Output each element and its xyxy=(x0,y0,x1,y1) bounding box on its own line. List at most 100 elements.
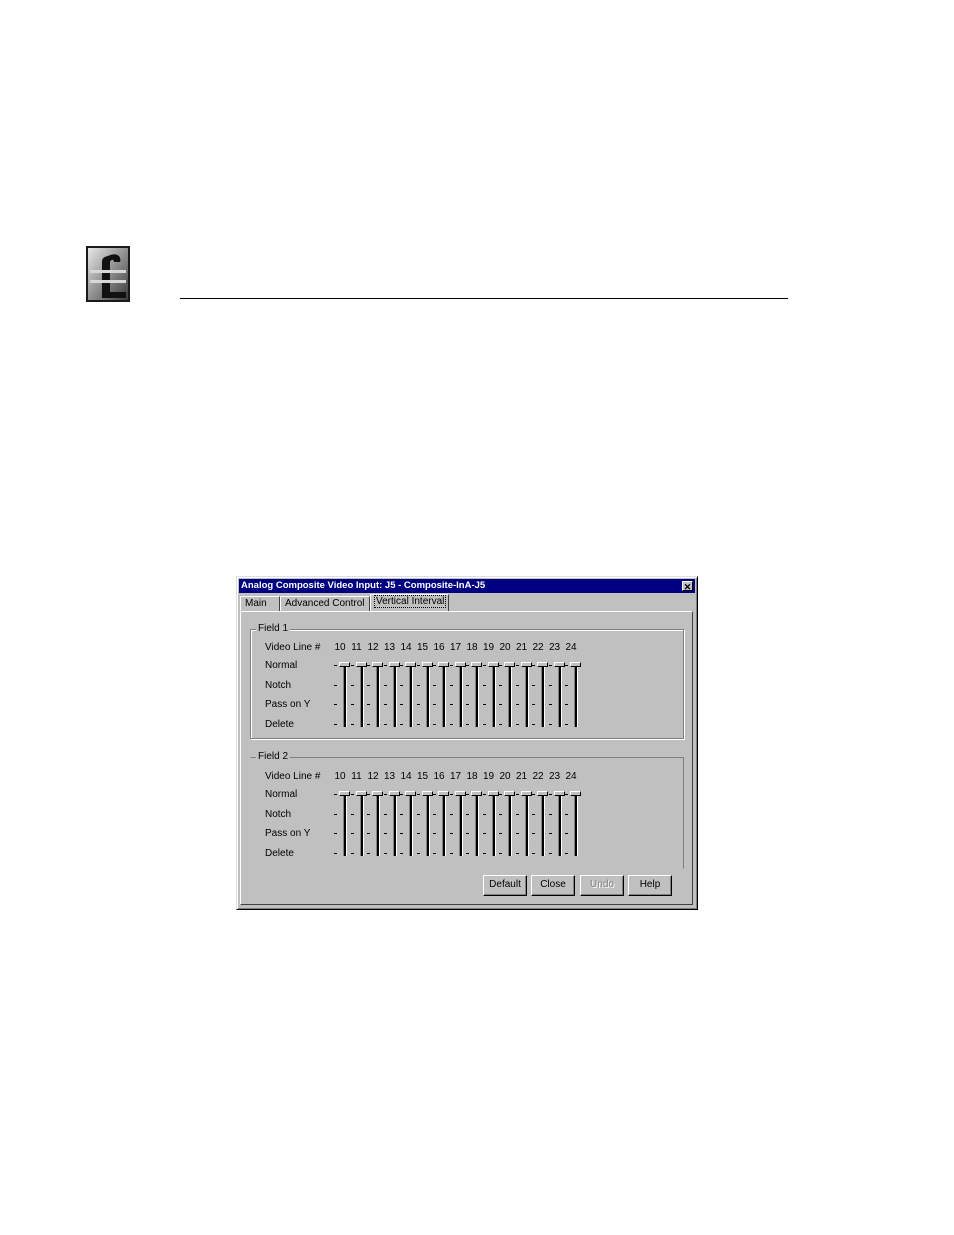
slider-tick xyxy=(466,684,469,686)
field1-line-16-slider[interactable] xyxy=(432,662,449,730)
default-button[interactable]: Default xyxy=(483,875,527,896)
close-button[interactable]: Close xyxy=(531,875,575,896)
field1-line-number: 22 xyxy=(532,642,544,653)
close-icon[interactable]: ✕ xyxy=(682,581,693,592)
slider-track xyxy=(524,794,529,856)
slider-tick xyxy=(499,704,502,705)
slider-thumb[interactable] xyxy=(339,791,350,796)
slider-thumb[interactable] xyxy=(421,662,433,667)
slider-thumb[interactable] xyxy=(388,791,400,796)
field1-line-12-slider[interactable] xyxy=(366,662,383,730)
slider-thumb[interactable] xyxy=(405,662,416,667)
field2-line-17-slider[interactable] xyxy=(449,791,466,859)
field2-line-10-slider[interactable] xyxy=(333,791,350,859)
field2-line-13-slider[interactable] xyxy=(383,791,400,859)
slider-tick xyxy=(515,723,519,725)
slider-thumb[interactable] xyxy=(339,662,350,667)
slider-thumb[interactable] xyxy=(487,662,499,667)
field1-line-10-slider[interactable] xyxy=(333,662,350,730)
slider-tick xyxy=(565,813,568,815)
slider-tick xyxy=(466,665,469,666)
slider-thumb[interactable] xyxy=(487,791,499,796)
slider-thumb[interactable] xyxy=(520,662,532,667)
slider-thumb[interactable] xyxy=(537,791,548,796)
tab-advanced-control[interactable]: Advanced Control xyxy=(280,596,370,611)
slider-thumb[interactable] xyxy=(504,662,515,667)
slider-tick xyxy=(449,852,453,854)
field1-line-number: 16 xyxy=(433,642,445,653)
slider-thumb[interactable] xyxy=(388,662,400,667)
slider-thumb[interactable] xyxy=(471,662,482,667)
slider-thumb[interactable] xyxy=(421,791,433,796)
field1-row-label: Pass on Y xyxy=(265,699,311,710)
field2-line-22-slider[interactable] xyxy=(531,791,548,859)
slider-tick xyxy=(416,794,420,795)
field2-line-11-slider[interactable] xyxy=(350,791,367,859)
slider-thumb[interactable] xyxy=(570,662,581,667)
slider-thumb[interactable] xyxy=(372,662,383,667)
tab-vertical-interval[interactable]: Vertical Interval xyxy=(370,594,449,611)
field2-line-20-slider[interactable] xyxy=(498,791,515,859)
slider-thumb[interactable] xyxy=(504,791,515,796)
field2-row-label: Delete xyxy=(265,847,294,859)
slider-thumb[interactable] xyxy=(520,791,532,796)
slider-track xyxy=(409,665,413,727)
slider-tick xyxy=(416,813,420,815)
slider-track xyxy=(343,665,347,727)
slider-thumb[interactable] xyxy=(438,791,449,796)
field1-line-23-slider[interactable] xyxy=(548,662,565,730)
slider-thumb[interactable] xyxy=(471,791,482,796)
tab-main[interactable]: Main xyxy=(240,596,280,611)
field2-line-12-slider[interactable] xyxy=(366,791,383,859)
slider-tick xyxy=(334,852,337,854)
slider-thumb[interactable] xyxy=(553,791,565,796)
slider-thumb[interactable] xyxy=(454,791,466,796)
field2-line-14-slider[interactable] xyxy=(399,791,416,859)
slider-thumb[interactable] xyxy=(438,662,449,667)
slider-tick xyxy=(400,665,403,666)
field2-line-21-slider[interactable] xyxy=(515,791,532,859)
slider-track xyxy=(557,665,562,727)
slider-tick xyxy=(433,813,436,815)
slider-thumb[interactable] xyxy=(553,662,565,667)
slider-thumb[interactable] xyxy=(537,662,548,667)
field1-line-number: 11 xyxy=(351,642,362,653)
slider-tick xyxy=(383,794,387,795)
field2-line-24-slider[interactable] xyxy=(564,791,581,859)
slider-tick xyxy=(383,813,387,815)
field2-line-16-slider[interactable] xyxy=(432,791,449,859)
field1-line-24-slider[interactable] xyxy=(564,662,581,730)
field1-line-19-slider[interactable] xyxy=(482,662,499,730)
field1-line-number: 17 xyxy=(449,642,462,653)
slider-track xyxy=(541,794,545,856)
field2-line-15-slider[interactable] xyxy=(416,791,433,859)
slider-tick xyxy=(548,794,552,795)
slider-thumb[interactable] xyxy=(372,791,383,796)
slider-thumb[interactable] xyxy=(355,662,367,667)
field1-line-11-slider[interactable] xyxy=(350,662,367,730)
field2-line-18-slider[interactable] xyxy=(465,791,482,859)
field1-line-18-slider[interactable] xyxy=(465,662,482,730)
field1-line-number: 14 xyxy=(400,642,412,653)
slider-thumb[interactable] xyxy=(570,791,581,796)
slider-tick xyxy=(466,704,469,705)
field2-line-19-slider[interactable] xyxy=(482,791,499,859)
slider-tick xyxy=(400,794,403,795)
field1-line-14-slider[interactable] xyxy=(399,662,416,730)
slider-tick xyxy=(334,723,337,725)
field1-line-13-slider[interactable] xyxy=(383,662,400,730)
slider-tick xyxy=(532,665,535,666)
slider-thumb[interactable] xyxy=(405,791,416,796)
slider-thumb[interactable] xyxy=(454,662,466,667)
slider-tick xyxy=(532,852,535,854)
field1-line-17-slider[interactable] xyxy=(449,662,466,730)
field1-line-20-slider[interactable] xyxy=(498,662,515,730)
undo-button[interactable]: Undo xyxy=(580,875,624,896)
field1-line-15-slider[interactable] xyxy=(416,662,433,730)
field2-line-23-slider[interactable] xyxy=(548,791,565,859)
slider-thumb[interactable] xyxy=(355,791,367,796)
field1-line-22-slider[interactable] xyxy=(531,662,548,730)
field1-line-21-slider[interactable] xyxy=(515,662,532,730)
slider-tick xyxy=(433,794,436,795)
help-button[interactable]: Help xyxy=(628,875,672,896)
